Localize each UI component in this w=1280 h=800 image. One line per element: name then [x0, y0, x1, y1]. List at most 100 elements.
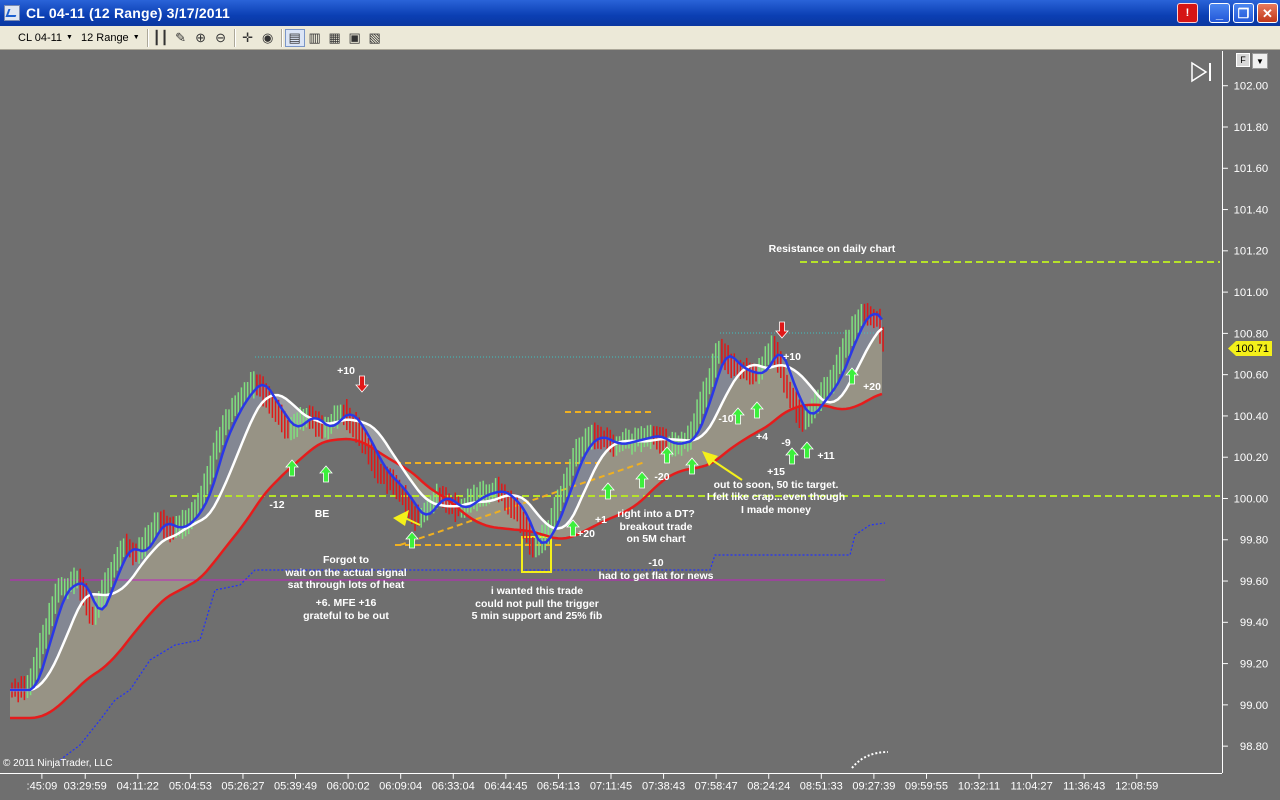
annotation-trade: -10: [648, 557, 663, 569]
interval-label: 12 Range: [81, 32, 129, 44]
time-tick-label: 09:59:55: [905, 780, 948, 792]
interval-selector[interactable]: 12 Range ▼: [77, 28, 144, 48]
annotation-note: breakout trade: [620, 521, 693, 533]
close-button[interactable]: ✕: [1257, 3, 1278, 23]
chart-trader-icon[interactable]: ▧: [365, 29, 385, 47]
instrument-selector[interactable]: CL 04-11 ▼: [14, 28, 77, 48]
annotation-trade: +10: [783, 351, 801, 363]
time-axis[interactable]: :45:09 03:29:59 04:11:22 05:04:53 05:26:27 05…: [0, 773, 1222, 800]
time-tick-label: :45:09: [27, 780, 58, 792]
annotation-trade: +11: [817, 450, 834, 462]
time-tick-label: 11:36:43: [1063, 780, 1105, 792]
price-tick-label: 100.60: [1234, 370, 1269, 382]
annotation-trade: +20: [863, 381, 881, 393]
price-axis[interactable]: 102.00 101.80 101.60 101.40 101.20 101.00 100.…: [1222, 51, 1280, 773]
annotation-note: +6. MFE +16: [316, 597, 377, 609]
annotation-trade: +4: [756, 431, 768, 443]
zoom-in-icon[interactable]: ⊕: [191, 29, 211, 47]
time-tick-label: 12:08:59: [1115, 780, 1158, 792]
annotation-trade: +20: [577, 528, 595, 540]
alert-button[interactable]: !: [1177, 3, 1198, 23]
snapshot-icon[interactable]: ▣: [345, 29, 365, 47]
price-chart[interactable]: Resistance on daily chart +10 -12 BE For…: [0, 51, 1222, 773]
chevron-down-icon: ▼: [133, 34, 140, 41]
price-tick-label: 101.80: [1234, 122, 1269, 134]
time-tick-label: 09:27:39: [852, 780, 895, 792]
annotation-trade: +10: [337, 365, 355, 377]
annotation-trade: +1: [595, 514, 607, 526]
price-tick-label: 99.60: [1240, 576, 1268, 588]
annotation-note: out to soon, 50 tic target.: [714, 479, 839, 491]
window-titlebar: CL 04-11 (12 Range) 3/17/2011 ! _ ❐ ✕: [0, 0, 1280, 26]
window-controls: ! _ ❐ ✕: [1177, 3, 1278, 23]
annotation-note: grateful to be out: [303, 610, 389, 622]
maximize-button[interactable]: ❐: [1233, 3, 1254, 23]
time-tick-label: 10:32:11: [958, 780, 1000, 792]
price-axis-ticks: 102.00 101.80 101.60 101.40 101.20 101.00 100.…: [1223, 81, 1268, 753]
chart-menu-button[interactable]: ▼: [1252, 53, 1268, 69]
scroll-to-end-icon[interactable]: [1190, 61, 1214, 83]
time-tick-label: 05:39:49: [274, 780, 317, 792]
time-tick-label: 11:04:27: [1010, 780, 1052, 792]
annotation-note: 5 min support and 25% fib: [472, 610, 603, 622]
time-tick-label: 06:44:45: [484, 780, 527, 792]
annotation-note: sat through lots of heat: [288, 579, 405, 591]
time-axis-ticks: :45:09 03:29:59 04:11:22 05:04:53 05:26:27 05…: [27, 774, 1159, 792]
annotation-trade: -20: [654, 471, 669, 483]
price-tick-label: 100.00: [1234, 493, 1269, 505]
annotation-resistance: Resistance on daily chart: [769, 243, 896, 255]
price-tick-label: 99.40: [1240, 617, 1268, 629]
chevron-down-icon: ▼: [66, 34, 73, 41]
price-tick-label: 99.80: [1240, 535, 1268, 547]
time-tick-label: 05:04:53: [169, 780, 212, 792]
chart-toolbar: CL 04-11 ▼ 12 Range ▼ ┃┃ ✎ ⊕ ⊖ ✛ ◉ ▤ ▥ ▦ ▣…: [0, 26, 1280, 50]
time-tick-label: 04:11:22: [117, 780, 159, 792]
price-tick-label: 101.00: [1234, 287, 1269, 299]
chevron-down-icon: ▼: [1256, 57, 1264, 66]
price-tick-label: 100.20: [1234, 452, 1269, 464]
time-tick-label: 06:09:04: [379, 780, 422, 792]
price-tick-label: 100.40: [1234, 411, 1269, 423]
minimize-button[interactable]: _: [1209, 3, 1230, 23]
annotation-note: could not pull the trigger: [475, 598, 599, 610]
toolbar-divider: [281, 29, 282, 47]
data-box-icon[interactable]: ◉: [258, 29, 278, 47]
annotation-note: on 5M chart: [627, 533, 686, 545]
annotation-trade: BE: [315, 508, 330, 520]
properties-icon[interactable]: ▤: [285, 29, 305, 47]
time-tick-label: 08:51:33: [800, 780, 843, 792]
price-tick-label: 101.60: [1234, 163, 1269, 175]
annotation-note: Forgot to: [323, 554, 369, 566]
strategies-icon[interactable]: ▦: [325, 29, 345, 47]
chart-app-icon: [4, 5, 20, 21]
drawing-pencil-icon[interactable]: ✎: [171, 29, 191, 47]
time-tick-label: 07:11:45: [590, 780, 632, 792]
price-tick-label: 101.20: [1234, 246, 1269, 258]
crosshair-icon[interactable]: ✛: [238, 29, 258, 47]
toolbar-divider: [147, 29, 148, 47]
time-tick-label: 05:26:27: [221, 780, 264, 792]
zoom-out-icon[interactable]: ⊖: [211, 29, 231, 47]
instrument-label: CL 04-11: [18, 32, 62, 44]
annotation-trade: -10: [718, 413, 733, 425]
annotation-trade: +15: [767, 466, 785, 478]
indicators-icon[interactable]: ▥: [305, 29, 325, 47]
time-tick-label: 08:24:24: [747, 780, 790, 792]
annotation-note: had to get flat for news: [599, 570, 714, 582]
annotation-note: wait on the actual signal: [284, 567, 406, 579]
price-tick-label: 101.40: [1234, 204, 1269, 216]
time-tick-label: 03:29:59: [64, 780, 107, 792]
chart-flag-button[interactable]: F: [1236, 53, 1250, 67]
annotation-note: I made money: [741, 504, 811, 516]
price-tick-label: 98.80: [1240, 741, 1268, 753]
window-title: CL 04-11 (12 Range) 3/17/2011: [26, 5, 230, 21]
last-price-marker: 100.71: [1228, 341, 1272, 356]
bar-type-icon[interactable]: ┃┃: [151, 29, 171, 47]
toolbar-divider: [234, 29, 235, 47]
price-tick-label: 99.00: [1240, 700, 1268, 712]
time-tick-label: 06:00:02: [327, 780, 370, 792]
price-tick-label: 99.20: [1240, 659, 1268, 671]
annotation-trade: -9: [781, 437, 790, 449]
time-tick-label: 07:38:43: [642, 780, 685, 792]
annotation-note: i wanted this trade: [491, 585, 583, 597]
